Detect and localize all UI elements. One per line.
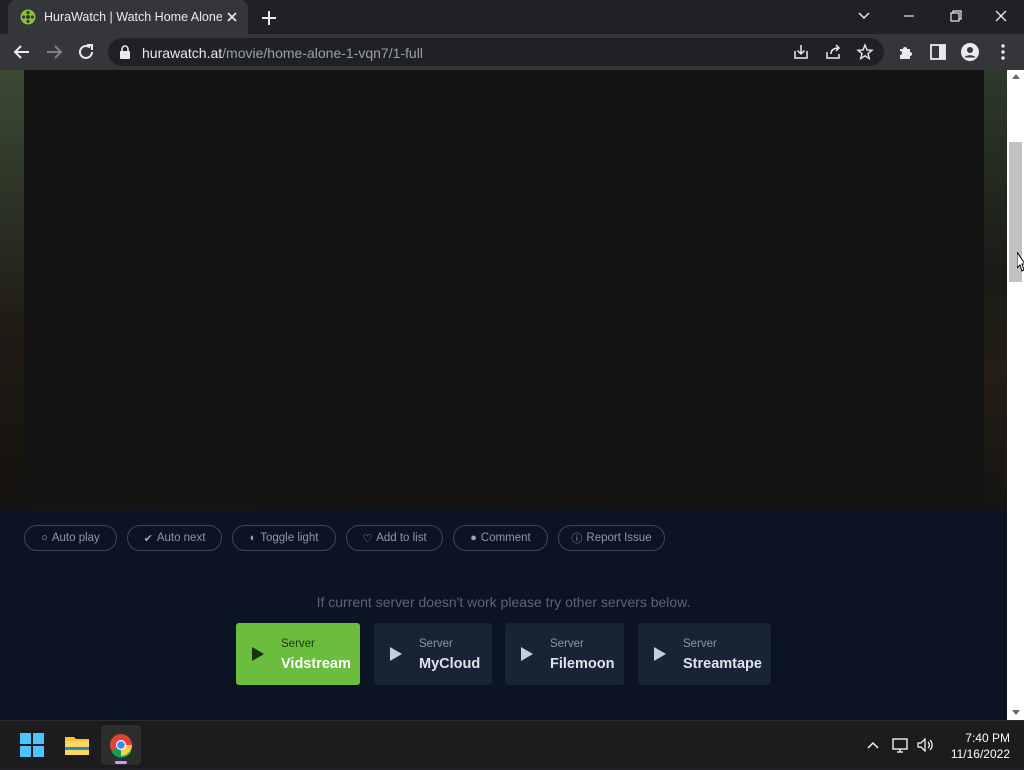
chrome-icon — [110, 734, 132, 758]
clock-time: 7:40 PM — [965, 731, 1010, 745]
tab-title: HuraWatch | Watch Home Alone — [44, 10, 222, 24]
server-streamtape-button[interactable]: Server Streamtape — [638, 623, 771, 685]
server-caption: Server — [419, 638, 453, 650]
install-icon[interactable] — [792, 43, 810, 61]
comment-button[interactable]: ● Comment — [453, 525, 548, 551]
half-circle-icon: ◐ — [249, 532, 257, 544]
circle-icon: ○ — [41, 532, 48, 544]
player-controls-area: ○ Auto play ✔ Auto next ◐ Toggle light ♡… — [0, 510, 1007, 720]
comment-label: Comment — [480, 532, 531, 544]
favicon-icon — [20, 9, 36, 25]
play-icon — [252, 647, 264, 661]
server-filemoon-button[interactable]: Server Filemoon — [505, 623, 624, 685]
server-vidstream-button[interactable]: Server Vidstream — [236, 623, 360, 685]
side-panel-icon[interactable] — [928, 42, 948, 62]
check-circle-icon: ✔ — [143, 532, 153, 545]
server-caption: Server — [550, 638, 584, 650]
browser-tab[interactable]: HuraWatch | Watch Home Alone — [8, 0, 248, 34]
minimize-icon[interactable] — [895, 4, 923, 28]
play-icon — [654, 647, 666, 661]
forward-icon[interactable] — [43, 41, 65, 63]
chrome-taskbar-button[interactable] — [101, 725, 141, 765]
tab-search-chevron-icon[interactable] — [850, 4, 878, 28]
folder-icon — [65, 737, 89, 755]
network-icon[interactable] — [891, 735, 911, 755]
auto-play-button[interactable]: ○ Auto play — [24, 525, 117, 551]
share-icon[interactable] — [824, 43, 842, 61]
extensions-icon[interactable] — [896, 42, 916, 62]
windows-logo-icon — [20, 733, 44, 757]
url-host: hurawatch.at — [142, 45, 223, 61]
server-caption: Server — [281, 638, 315, 650]
back-icon[interactable] — [11, 41, 33, 63]
bookmark-star-icon[interactable] — [856, 43, 874, 61]
active-app-indicator — [115, 761, 127, 764]
video-player[interactable] — [24, 70, 984, 508]
chevron-up-icon[interactable] — [863, 735, 883, 755]
url-text[interactable]: hurawatch.at/movie/home-alone-1-vqn7/1-f… — [142, 45, 423, 61]
windows-taskbar: 7:40 PM 11/16/2022 — [0, 720, 1024, 768]
new-tab-icon[interactable] — [258, 7, 280, 29]
clock-date: 11/16/2022 — [950, 747, 1010, 761]
url-path: /movie/home-alone-1-vqn7/1-full — [222, 45, 423, 61]
server-notice: If current server doesn't work please tr… — [316, 594, 691, 610]
server-mycloud-button[interactable]: Server MyCloud — [374, 623, 492, 685]
server-caption: Server — [683, 638, 717, 650]
file-explorer-button[interactable] — [57, 725, 97, 765]
server-name: MyCloud — [419, 656, 481, 672]
profile-icon[interactable] — [960, 42, 980, 62]
heart-icon: ♡ — [362, 532, 373, 545]
restore-icon[interactable] — [941, 4, 969, 28]
page-viewport: ○ Auto play ✔ Auto next ◐ Toggle light ♡… — [0, 70, 1007, 720]
page-scrollbar[interactable] — [1007, 70, 1024, 720]
address-bar[interactable]: hurawatch.at/movie/home-alone-1-vqn7/1-f… — [108, 38, 884, 66]
info-icon: ⓘ — [571, 533, 583, 545]
add-to-list-label: Add to list — [376, 532, 427, 544]
taskbar-clock[interactable]: 7:40 PM 11/16/2022 — [940, 730, 1010, 762]
server-name: Filemoon — [550, 656, 615, 672]
auto-next-button[interactable]: ✔ Auto next — [127, 525, 222, 551]
toggle-light-label: Toggle light — [260, 532, 319, 544]
scroll-up-arrow-icon[interactable] — [1012, 74, 1020, 79]
volume-icon[interactable] — [915, 735, 935, 755]
browser-toolbar: hurawatch.at/movie/home-alone-1-vqn7/1-f… — [0, 34, 1024, 70]
tab-strip: HuraWatch | Watch Home Alone — [0, 0, 1024, 34]
lock-icon[interactable] — [119, 45, 131, 59]
toggle-light-button[interactable]: ◐ Toggle light — [232, 525, 336, 551]
comment-icon: ● — [470, 532, 477, 544]
close-icon[interactable] — [224, 9, 240, 25]
play-icon — [390, 647, 402, 661]
auto-play-label: Auto play — [51, 532, 100, 544]
scroll-down-arrow-icon[interactable] — [1012, 710, 1020, 715]
start-button[interactable] — [12, 725, 52, 765]
report-issue-button[interactable]: ⓘ Report Issue — [558, 525, 665, 551]
mouse-cursor-icon — [1017, 252, 1024, 272]
server-name: Streamtape — [683, 656, 762, 672]
server-name: Vidstream — [281, 656, 351, 672]
window-close-icon[interactable] — [987, 4, 1015, 28]
add-to-list-button[interactable]: ♡ Add to list — [346, 525, 443, 551]
menu-icon[interactable] — [993, 42, 1013, 62]
auto-next-label: Auto next — [156, 532, 206, 544]
play-icon — [521, 647, 533, 661]
report-issue-label: Report Issue — [586, 532, 652, 544]
reload-icon[interactable] — [75, 41, 97, 63]
